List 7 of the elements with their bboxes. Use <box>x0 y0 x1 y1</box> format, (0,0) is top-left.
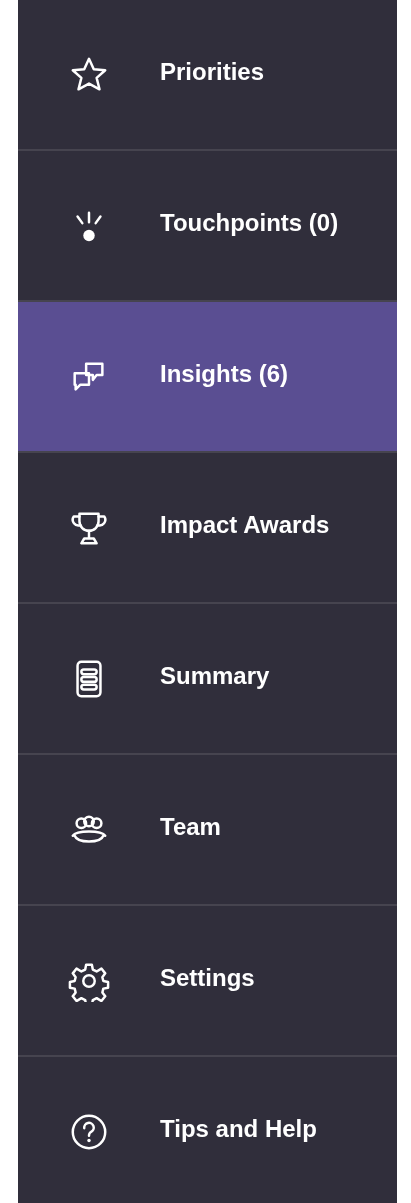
nav-item[interactable]: Team <box>18 755 397 906</box>
nav-item[interactable]: Impact Awards <box>18 453 397 604</box>
nav-item[interactable]: Settings <box>18 906 397 1057</box>
nav-item[interactable]: Priorities <box>18 0 397 151</box>
nav-item[interactable]: Insights (6) <box>18 302 397 453</box>
nav-item[interactable]: Tips and Help <box>18 1057 397 1203</box>
nav-item[interactable]: Summary <box>18 604 397 755</box>
